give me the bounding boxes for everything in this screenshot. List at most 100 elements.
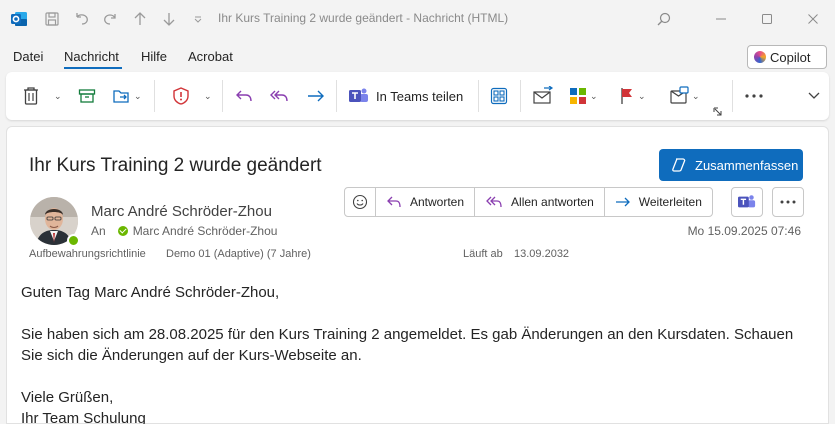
ribbon-separator: [154, 80, 155, 112]
minimize-button[interactable]: [711, 9, 731, 29]
teams-chat-button[interactable]: [731, 187, 763, 217]
forward-icon: [308, 90, 324, 102]
react-button[interactable]: [345, 188, 376, 216]
menu-hilfe[interactable]: Hilfe: [141, 49, 167, 64]
recipient-line: An Marc André Schröder-Zhou: [91, 224, 277, 238]
message-actions: Antworten Allen antworten Weiterleiten: [344, 187, 713, 217]
chevron-down-icon: ⌄: [590, 90, 598, 101]
teams-icon: [349, 88, 368, 102]
recipient-name[interactable]: Marc André Schröder-Zhou: [133, 224, 278, 238]
shield-icon: [173, 87, 189, 105]
retention-value: Demo 01 (Adaptive) (7 Jahre): [166, 248, 311, 260]
more-icon: [745, 94, 763, 98]
reply-all-icon: [486, 196, 502, 208]
save-to-button[interactable]: ⌄: [668, 84, 700, 108]
menu-nachricht[interactable]: Nachricht: [64, 49, 119, 64]
menu-datei[interactable]: Datei: [13, 49, 43, 64]
chevron-down-icon: ⌄: [54, 90, 62, 101]
reply-all-ribbon-button[interactable]: [268, 84, 290, 108]
sender-name[interactable]: Marc André Schröder-Zhou: [91, 203, 272, 220]
presence-available-icon: [67, 234, 80, 247]
report-dropdown[interactable]: ⌄: [202, 84, 212, 108]
chevron-down-icon: ⌄: [638, 90, 646, 101]
reply-all-button[interactable]: Allen antworten: [475, 188, 605, 216]
arrow-up-icon[interactable]: [130, 9, 150, 29]
retention-label: Aufbewahrungsrichtlinie: [29, 248, 146, 260]
maximize-button[interactable]: [757, 9, 777, 29]
ribbon-separator: [478, 80, 479, 112]
collapse-ribbon-button[interactable]: [808, 84, 820, 108]
summarize-button[interactable]: Zusammenfassen: [659, 149, 803, 181]
chevron-down-icon: ⌄: [692, 90, 700, 101]
reply-icon: [387, 196, 401, 208]
forward-label: Weiterleiten: [638, 195, 702, 209]
chevron-down-icon: ⌄: [134, 90, 142, 101]
move-button[interactable]: ⌄: [112, 84, 142, 108]
forward-ribbon-button[interactable]: [306, 84, 326, 108]
flag-button[interactable]: ⌄: [618, 84, 646, 108]
ribbon-separator: [520, 80, 521, 112]
reply-label: Antworten: [410, 195, 465, 209]
categorize-button[interactable]: ⌄: [568, 84, 598, 108]
arrow-down-icon[interactable]: [159, 9, 179, 29]
ribbon-separator: [732, 80, 733, 112]
more-actions-button[interactable]: [772, 187, 804, 217]
customize-toolbar-icon[interactable]: [188, 9, 208, 29]
apps-grid-icon: [490, 87, 508, 105]
body-signature: Ihr Team Schulung: [21, 410, 146, 424]
ribbon-separator: [336, 80, 337, 112]
delete-dropdown[interactable]: ⌄: [52, 84, 62, 108]
menu-bar: Datei Nachricht Hilfe Acrobat: [0, 44, 835, 70]
flag-icon: [621, 88, 632, 104]
save-icon[interactable]: [42, 9, 62, 29]
reply-icon: [236, 90, 252, 102]
to-label: An: [91, 224, 106, 238]
dialog-launcher-icon: [713, 107, 722, 116]
title-bar: Ihr Kurs Training 2 wurde geändert - Nac…: [0, 0, 835, 38]
expires-label: Läuft ab: [463, 248, 503, 260]
teams-share-label: In Teams teilen: [376, 88, 464, 104]
redo-icon[interactable]: [100, 9, 120, 29]
report-button[interactable]: [172, 84, 190, 108]
save-to-icon: [670, 86, 689, 104]
body-greeting: Guten Tag Marc André Schröder-Zhou,: [21, 284, 280, 301]
more-icon: [780, 200, 796, 204]
more-commands-button[interactable]: [744, 84, 764, 108]
ribbon: ⌄ ⌄ ⌄ In Teams teilen ⌄ ⌄ ⌄: [6, 72, 829, 120]
copilot-icon: [754, 51, 766, 63]
menu-acrobat[interactable]: Acrobat: [188, 49, 233, 64]
chevron-down-icon: [808, 92, 820, 99]
reading-pane: Ihr Kurs Training 2 wurde geändert Zusam…: [6, 126, 829, 424]
copilot-button[interactable]: Copilot: [747, 45, 827, 69]
summarize-label: Zusammenfassen: [695, 157, 799, 173]
undo-icon[interactable]: [72, 9, 92, 29]
move-folder-icon: [113, 90, 129, 103]
message-subject: Ihr Kurs Training 2 wurde geändert: [29, 155, 322, 176]
reply-all-icon: [270, 90, 288, 102]
chevron-down-icon: ⌄: [204, 90, 212, 101]
expires-value: 13.09.2032: [514, 248, 570, 260]
outlook-icon: [10, 10, 28, 28]
emoji-icon: [352, 194, 368, 210]
reply-ribbon-button[interactable]: [234, 84, 254, 108]
envelope-icon: [533, 86, 554, 104]
active-tab-indicator: [64, 67, 122, 69]
reply-all-label: Allen antworten: [511, 195, 594, 209]
forward-button[interactable]: Weiterleiten: [605, 188, 712, 216]
archive-icon: [78, 89, 96, 103]
teams-icon: [738, 195, 756, 208]
body-paragraph: Sie haben sich am 28.08.2025 für den Kur…: [21, 326, 794, 364]
search-icon[interactable]: [654, 9, 674, 29]
mark-read-button[interactable]: [532, 84, 554, 108]
trash-icon: [24, 87, 38, 105]
message-body: Guten Tag Marc André Schröder-Zhou, Sie …: [21, 282, 816, 424]
apps-button[interactable]: [490, 84, 508, 108]
archive-button[interactable]: [78, 84, 96, 108]
dialog-launcher[interactable]: [713, 100, 723, 124]
close-button[interactable]: [803, 9, 823, 29]
body-closing: Viele Grüßen,: [21, 389, 114, 406]
delete-button[interactable]: [22, 84, 40, 108]
share-to-teams-button[interactable]: In Teams teilen: [348, 84, 463, 108]
reply-button[interactable]: Antworten: [376, 188, 476, 216]
forward-icon: [615, 197, 630, 207]
